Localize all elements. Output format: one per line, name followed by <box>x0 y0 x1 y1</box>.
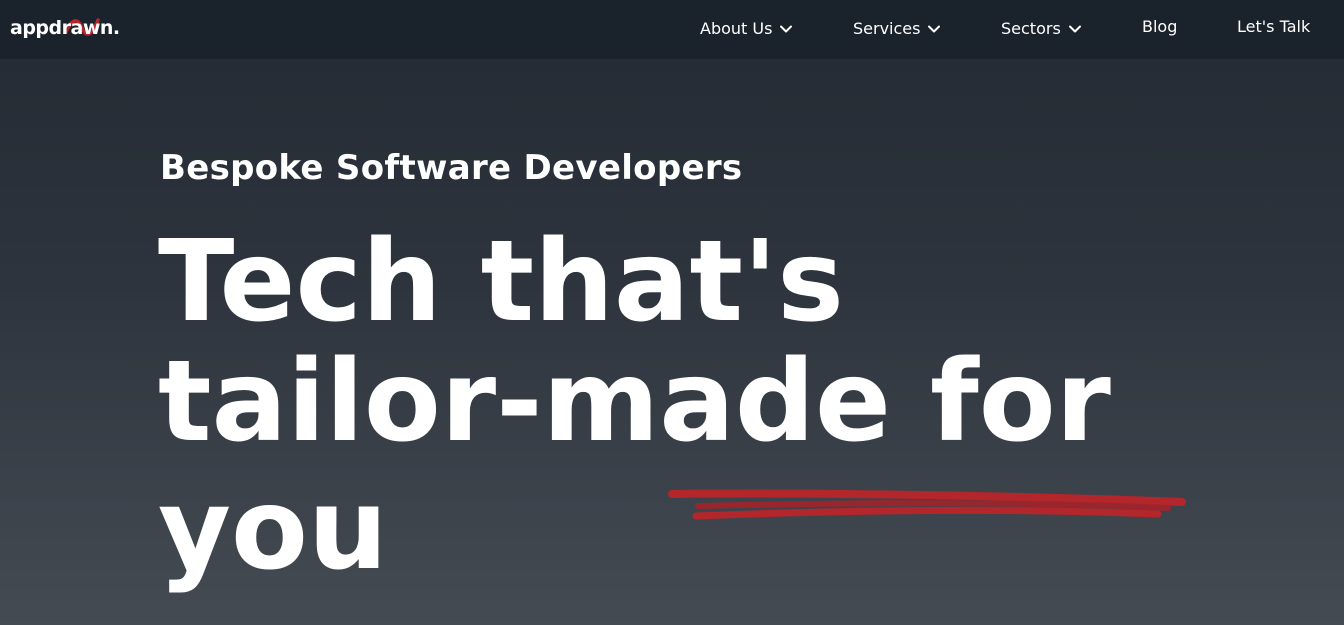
chevron-down-icon <box>780 25 793 32</box>
nav-about-us-label: About Us <box>700 19 773 38</box>
nav-sectors-label: Sectors <box>1001 19 1061 38</box>
brand-name: appdrawn. <box>10 17 120 39</box>
top-navigation-bar: appdrawn. About Us Services Sectors Blog… <box>0 0 1344 59</box>
chevron-down-icon <box>928 25 941 32</box>
brand-logo[interactable]: appdrawn. <box>10 14 120 42</box>
headline-line-3: you <box>158 465 388 595</box>
nav-lets-talk[interactable]: Let's Talk <box>1237 0 1310 55</box>
hero-subtitle: Bespoke Software Developers <box>160 148 743 188</box>
nav-sectors[interactable]: Sectors <box>1001 0 1082 57</box>
nav-services-label: Services <box>853 19 921 38</box>
brush-underline-decoration <box>668 489 1186 520</box>
nav-about-us[interactable]: About Us <box>700 0 793 57</box>
headline-line-2: tailor-made for <box>158 337 1111 467</box>
chevron-down-icon <box>1068 25 1081 32</box>
nav-lets-talk-label: Let's Talk <box>1237 17 1311 36</box>
nav-services[interactable]: Services <box>853 0 941 57</box>
nav-blog[interactable]: Blog <box>1142 0 1177 55</box>
nav-blog-label: Blog <box>1142 17 1178 36</box>
headline-line-1: Tech that's <box>158 217 844 347</box>
